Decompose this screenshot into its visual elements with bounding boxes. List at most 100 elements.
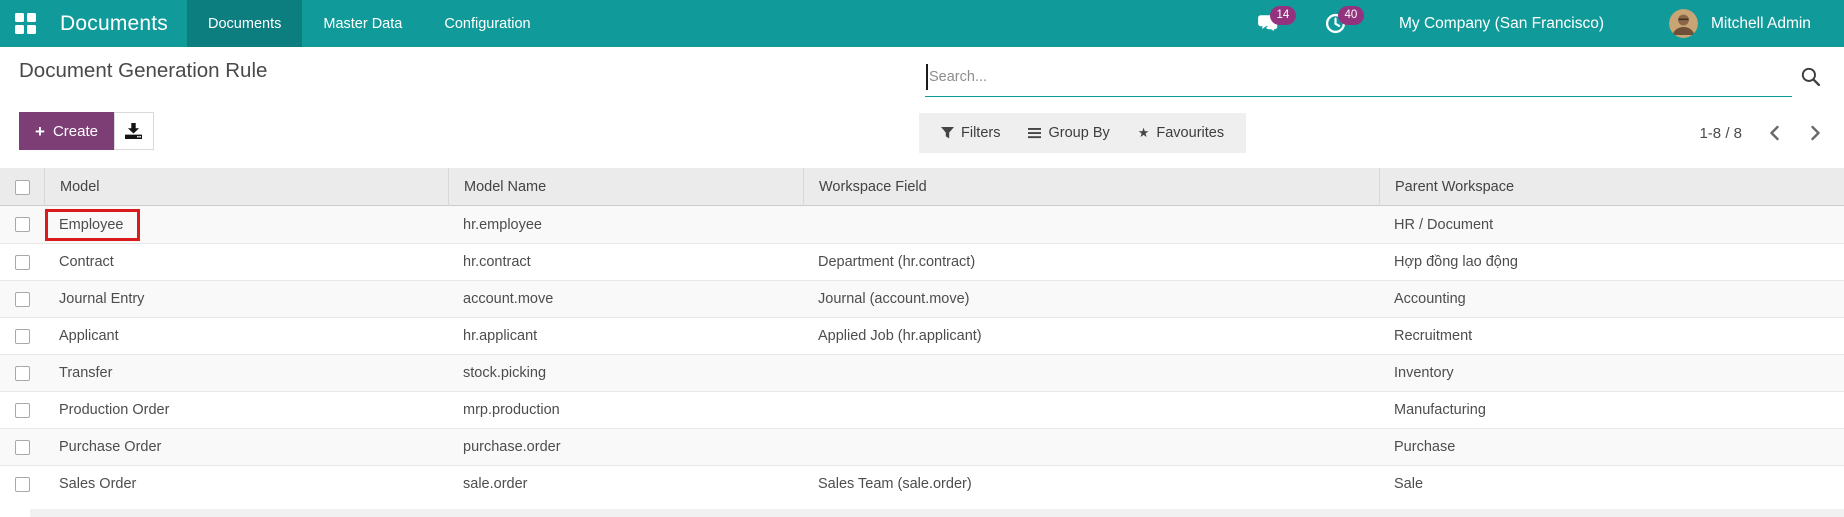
cell-model: Employee: [44, 206, 448, 243]
table-header: Model Model Name Workspace Field Parent …: [0, 168, 1844, 206]
cell-workspace-field: [803, 392, 1379, 428]
column-header-model-name[interactable]: Model Name: [448, 168, 803, 206]
group-by-label: Group By: [1048, 125, 1109, 141]
table-row[interactable]: Production Order mrp.production Manufact…: [0, 391, 1844, 428]
company-switcher[interactable]: My Company (San Francisco): [1399, 0, 1604, 47]
row-checkbox[interactable]: [15, 477, 30, 492]
activities-button[interactable]: 40: [1325, 0, 1346, 47]
messages-button[interactable]: 14: [1257, 0, 1279, 47]
filters-button[interactable]: Filters: [927, 113, 1014, 153]
cell-workspace-field: Applied Job (hr.applicant): [803, 318, 1379, 354]
pager: 1-8 / 8: [1699, 113, 1824, 153]
user-menu[interactable]: Mitchell Admin: [1711, 0, 1811, 47]
pager-range: 1-8 / 8: [1699, 125, 1742, 142]
user-avatar[interactable]: [1669, 9, 1698, 38]
row-checkbox[interactable]: [15, 403, 30, 418]
table-row[interactable]: Transfer stock.picking Inventory: [0, 354, 1844, 391]
select-all-checkbox[interactable]: [15, 180, 30, 195]
model-value: Applicant: [59, 328, 119, 344]
row-checkbox[interactable]: [15, 440, 30, 455]
row-select-cell: [0, 281, 44, 317]
cell-workspace-field: Department (hr.contract): [803, 244, 1379, 280]
app-brand-title[interactable]: Documents: [60, 12, 168, 36]
cell-model: Sales Order: [44, 466, 448, 502]
column-header-workspace-field[interactable]: Workspace Field: [803, 168, 1379, 206]
apps-grid-square: [27, 25, 36, 34]
row-checkbox[interactable]: [15, 217, 30, 232]
row-select-cell: [0, 466, 44, 502]
cell-parent-workspace: Accounting: [1379, 281, 1844, 317]
apps-grid-icon[interactable]: [15, 13, 36, 34]
table-row[interactable]: Applicant hr.applicant Applied Job (hr.a…: [0, 317, 1844, 354]
activities-count-badge: 40: [1338, 6, 1364, 25]
cell-model-name: stock.picking: [448, 355, 803, 391]
text-caret: [926, 64, 928, 90]
row-select-cell: [0, 206, 44, 243]
cell-model: Purchase Order: [44, 429, 448, 465]
table-row[interactable]: Contract hr.contract Department (hr.cont…: [0, 243, 1844, 280]
row-checkbox[interactable]: [15, 329, 30, 344]
apps-grid-square: [15, 25, 24, 34]
cell-parent-workspace: Purchase: [1379, 429, 1844, 465]
row-checkbox[interactable]: [15, 292, 30, 307]
chevron-left-icon: [1768, 125, 1781, 141]
cell-workspace-field: Journal (account.move): [803, 281, 1379, 317]
cell-model-name: account.move: [448, 281, 803, 317]
cell-workspace-field: [803, 206, 1379, 243]
column-header-model[interactable]: Model: [44, 168, 448, 206]
column-header-parent-workspace[interactable]: Parent Workspace: [1379, 168, 1844, 206]
cell-workspace-field: [803, 355, 1379, 391]
search-options-panel: Filters Group By ★ Favourites: [919, 113, 1246, 153]
model-value: Journal Entry: [59, 291, 144, 307]
model-value: Contract: [59, 254, 114, 270]
row-select-cell: [0, 392, 44, 428]
table-row[interactable]: Purchase Order purchase.order Purchase: [0, 428, 1844, 465]
group-by-bars-icon: [1028, 127, 1041, 139]
cell-model: Contract: [44, 244, 448, 280]
table-row[interactable]: Sales Order sale.order Sales Team (sale.…: [0, 465, 1844, 502]
avatar-photo: [1669, 9, 1698, 38]
select-all-cell: [0, 168, 44, 206]
cell-model-name: mrp.production: [448, 392, 803, 428]
cell-model: Transfer: [44, 355, 448, 391]
chevron-right-icon: [1809, 125, 1822, 141]
favourites-button[interactable]: ★ Favourites: [1124, 113, 1238, 153]
model-value: Sales Order: [59, 476, 136, 492]
download-icon: [125, 123, 142, 139]
nav-item-configuration[interactable]: Configuration: [423, 0, 551, 47]
page-title: Document Generation Rule: [19, 59, 267, 83]
search-input[interactable]: [925, 57, 1792, 97]
cell-workspace-field: [803, 429, 1379, 465]
cell-model-name: hr.applicant: [448, 318, 803, 354]
table-row[interactable]: Journal Entry account.move Journal (acco…: [0, 280, 1844, 317]
favourites-label: Favourites: [1156, 125, 1224, 141]
cell-model: Journal Entry: [44, 281, 448, 317]
list-view: Model Model Name Workspace Field Parent …: [0, 168, 1844, 502]
row-select-cell: [0, 244, 44, 280]
model-value: Purchase Order: [59, 439, 161, 455]
cell-model-name: sale.order: [448, 466, 803, 502]
nav-item-master-data[interactable]: Master Data: [302, 0, 423, 47]
cell-parent-workspace: Manufacturing: [1379, 392, 1844, 428]
row-checkbox[interactable]: [15, 255, 30, 270]
cell-workspace-field: Sales Team (sale.order): [803, 466, 1379, 502]
table-body: Employee hr.employee HR / Document Contr…: [0, 206, 1844, 502]
cell-parent-workspace: HR / Document: [1379, 206, 1844, 243]
pager-next-button[interactable]: [1807, 123, 1824, 143]
create-button[interactable]: + Create: [19, 112, 114, 150]
export-button[interactable]: [114, 112, 154, 150]
cell-model: Production Order: [44, 392, 448, 428]
filters-label: Filters: [961, 125, 1000, 141]
cell-parent-workspace: Sale: [1379, 466, 1844, 502]
table-row[interactable]: Employee hr.employee HR / Document: [0, 206, 1844, 243]
cell-model-name: hr.employee: [448, 206, 803, 243]
search-icon[interactable]: [1801, 67, 1821, 92]
group-by-button[interactable]: Group By: [1014, 113, 1123, 153]
row-checkbox[interactable]: [15, 366, 30, 381]
nav-item-documents[interactable]: Documents: [187, 0, 302, 47]
cell-model: Applicant: [44, 318, 448, 354]
model-value: Transfer: [59, 365, 112, 381]
pager-previous-button[interactable]: [1766, 123, 1783, 143]
apps-grid-square: [15, 13, 24, 22]
model-value-highlighted: Employee: [45, 209, 140, 241]
